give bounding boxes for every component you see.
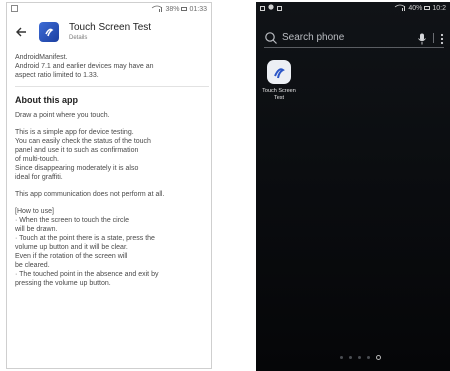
battery-percent: 38% (165, 5, 180, 13)
description-paragraph: Draw a point where you touch. (15, 112, 110, 119)
status-bar: 38% 01:33 (7, 3, 211, 15)
android-icon (268, 4, 274, 12)
image-notification-icon (11, 4, 18, 14)
status-bar: 40% 10:2 (256, 2, 450, 14)
wifi-signal-icon (394, 4, 406, 13)
intro-text: AndroidManifest. Android 7.1 and earlier… (15, 54, 154, 79)
clock: 01:33 (189, 5, 207, 13)
page-dot (367, 356, 370, 359)
battery-percent: 40% (408, 4, 423, 12)
page-dot (358, 356, 361, 359)
page-dot (349, 356, 352, 359)
app-subtitle: Details (69, 35, 88, 41)
search-icon (264, 31, 278, 45)
notification-icon (260, 5, 265, 11)
image-notification-icon (277, 5, 282, 11)
app-label: Touch Screen Test (262, 88, 296, 101)
divider (15, 86, 209, 87)
page-indicator (340, 355, 381, 360)
battery-icon (181, 7, 188, 11)
app-details-screen: 38% 01:33 Touch Screen Test Details Andr… (6, 2, 212, 369)
divider (433, 32, 434, 43)
description-paragraph: This app communication does not perform … (15, 191, 165, 198)
touch-app-icon (267, 60, 291, 84)
more-vert-icon[interactable] (440, 32, 444, 44)
how-to-use-text: [How to use] · When the screen to touch … (15, 208, 159, 287)
description-paragraph: This is a simple app for device testing.… (15, 129, 151, 181)
battery-icon (424, 6, 431, 10)
search-input[interactable]: Search phone (282, 32, 417, 43)
app-title: Touch Screen Test (69, 22, 152, 33)
page-dot (340, 356, 343, 359)
wifi-signal-icon (151, 5, 163, 14)
touch-app-icon (39, 22, 59, 42)
arrow-back-icon[interactable] (7, 16, 35, 48)
home-app-touch-screen-test[interactable]: Touch Screen Test (262, 60, 296, 102)
home-screen: 40% 10:2 Search phone Touch Screen Test (256, 2, 450, 371)
mic-icon[interactable] (417, 32, 427, 44)
clock: 10:2 (432, 4, 446, 12)
home-page-dot (376, 355, 381, 360)
search-bar[interactable]: Search phone (264, 28, 444, 48)
app-bar: Touch Screen Test Details (7, 16, 211, 48)
details-content: AndroidManifest. Android 7.1 and earlier… (15, 53, 209, 288)
section-title: About this app (15, 95, 78, 105)
